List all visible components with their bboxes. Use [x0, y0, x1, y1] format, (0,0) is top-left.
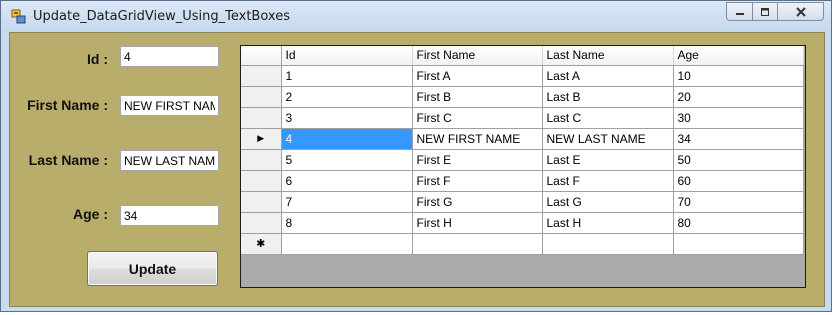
- cell-age[interactable]: 60: [673, 170, 804, 192]
- row-header[interactable]: [241, 191, 282, 213]
- minimize-button[interactable]: [726, 2, 753, 21]
- cell-age[interactable]: 80: [673, 212, 804, 234]
- id-label: Id :: [87, 51, 108, 67]
- cell-age[interactable]: 34: [673, 128, 804, 150]
- maximize-button[interactable]: [752, 2, 778, 21]
- column-header-id[interactable]: Id: [281, 46, 413, 66]
- cell-id-selected[interactable]: 4: [281, 128, 413, 150]
- grid-corner-header[interactable]: [241, 46, 282, 66]
- cell-last-name[interactable]: Last H: [542, 212, 674, 234]
- maximize-icon: [761, 7, 769, 16]
- cell-last-name[interactable]: Last C: [542, 107, 674, 129]
- close-button[interactable]: [777, 2, 824, 21]
- cell-last-name[interactable]: Last A: [542, 65, 674, 87]
- column-header-last-name[interactable]: Last Name: [542, 46, 674, 66]
- new-row[interactable]: ✱: [241, 233, 804, 255]
- cell-last-name[interactable]: Last B: [542, 86, 674, 108]
- cell-id[interactable]: 7: [281, 191, 413, 213]
- app-window: Update_DataGridView_Using_TextBoxes Id :…: [0, 0, 832, 312]
- cell-age[interactable]: 50: [673, 149, 804, 171]
- form-client-area: Id : First Name : Last Name : Age : Upda…: [9, 32, 825, 307]
- cell-first-name[interactable]: First C: [412, 107, 543, 129]
- cell-last-name[interactable]: Last G: [542, 191, 674, 213]
- window-title: Update_DataGridView_Using_TextBoxes: [33, 9, 290, 24]
- cell-first-name[interactable]: First H: [412, 212, 543, 234]
- table-row[interactable]: 8 First H Last H 80: [241, 212, 804, 234]
- update-button[interactable]: Update: [87, 251, 218, 286]
- cell-last-name[interactable]: Last F: [542, 170, 674, 192]
- cell-first-name[interactable]: First F: [412, 170, 543, 192]
- first-name-label: First Name :: [27, 97, 108, 113]
- row-header[interactable]: [241, 149, 282, 171]
- cell-age[interactable]: 70: [673, 191, 804, 213]
- row-header[interactable]: [241, 107, 282, 129]
- row-header[interactable]: [241, 212, 282, 234]
- cell-id[interactable]: 3: [281, 107, 413, 129]
- grid-header-row: Id First Name Last Name Age: [241, 46, 804, 66]
- last-name-label: Last Name :: [28, 152, 108, 168]
- table-row-current[interactable]: ▶ 4 NEW FIRST NAME NEW LAST NAME 34: [241, 128, 804, 150]
- first-name-field[interactable]: [120, 95, 219, 116]
- new-cell-first-name[interactable]: [412, 233, 543, 255]
- data-grid[interactable]: Id First Name Last Name Age 1 First A La…: [240, 45, 806, 288]
- row-header[interactable]: [241, 65, 282, 87]
- cell-id[interactable]: 8: [281, 212, 413, 234]
- cell-id[interactable]: 6: [281, 170, 413, 192]
- current-row-indicator-icon[interactable]: ▶: [241, 128, 282, 150]
- column-header-age[interactable]: Age: [673, 46, 804, 66]
- table-row[interactable]: 3 First C Last C 30: [241, 107, 804, 129]
- cell-id[interactable]: 2: [281, 86, 413, 108]
- new-cell-last-name[interactable]: [542, 233, 674, 255]
- cell-first-name[interactable]: NEW FIRST NAME: [412, 128, 543, 150]
- cell-id[interactable]: 5: [281, 149, 413, 171]
- row-header[interactable]: [241, 170, 282, 192]
- cell-age[interactable]: 10: [673, 65, 804, 87]
- table-row[interactable]: 1 First A Last A 10: [241, 65, 804, 87]
- table-row[interactable]: 2 First B Last B 20: [241, 86, 804, 108]
- new-row-asterisk-icon[interactable]: ✱: [241, 233, 282, 255]
- title-bar[interactable]: Update_DataGridView_Using_TextBoxes: [1, 1, 831, 32]
- cell-first-name[interactable]: First A: [412, 65, 543, 87]
- grid-table: Id First Name Last Name Age 1 First A La…: [241, 46, 804, 255]
- cell-age[interactable]: 30: [673, 107, 804, 129]
- app-icon: [11, 9, 26, 24]
- table-row[interactable]: 6 First F Last F 60: [241, 170, 804, 192]
- cell-last-name[interactable]: NEW LAST NAME: [542, 128, 674, 150]
- last-name-field[interactable]: [120, 150, 219, 171]
- close-icon: [795, 6, 806, 17]
- age-field[interactable]: [120, 205, 219, 226]
- new-cell-id[interactable]: [281, 233, 413, 255]
- column-header-first-name[interactable]: First Name: [412, 46, 543, 66]
- row-header[interactable]: [241, 86, 282, 108]
- new-cell-age[interactable]: [673, 233, 804, 255]
- id-field[interactable]: [120, 46, 219, 67]
- table-row[interactable]: 7 First G Last G 70: [241, 191, 804, 213]
- cell-id[interactable]: 1: [281, 65, 413, 87]
- cell-first-name[interactable]: First B: [412, 86, 543, 108]
- age-label: Age :: [73, 206, 108, 222]
- table-row[interactable]: 5 First E Last E 50: [241, 149, 804, 171]
- cell-age[interactable]: 20: [673, 86, 804, 108]
- cell-first-name[interactable]: First G: [412, 191, 543, 213]
- cell-last-name[interactable]: Last E: [542, 149, 674, 171]
- cell-first-name[interactable]: First E: [412, 149, 543, 171]
- minimize-icon: [735, 12, 744, 15]
